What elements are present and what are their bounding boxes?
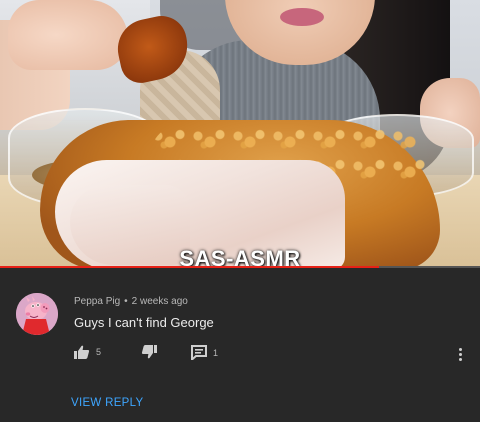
comment-meta: Peppa Pig • 2 weeks ago — [74, 296, 188, 307]
comment-time[interactable]: 2 weeks ago — [132, 296, 188, 307]
reply-comment-icon — [191, 345, 207, 360]
like-count: 5 — [96, 347, 102, 357]
video-player[interactable]: SAS-ASMR — [0, 0, 480, 268]
view-reply-link[interactable]: VIEW REPLY — [71, 397, 143, 409]
video-progress-fill — [0, 266, 380, 268]
peppa-pig-avatar[interactable] — [16, 293, 58, 335]
video-hand-left — [8, 0, 128, 70]
video-lips — [280, 8, 324, 26]
thumbs-down-icon — [141, 345, 157, 359]
video-watermark: SAS-ASMR — [179, 246, 301, 268]
video-progress-bar[interactable] — [0, 266, 480, 268]
like-button[interactable]: 5 — [74, 345, 101, 359]
more-vertical-icon[interactable] — [454, 345, 466, 363]
dislike-button[interactable] — [141, 345, 157, 359]
thumbs-up-icon — [74, 345, 90, 359]
meta-separator: • — [124, 296, 128, 307]
comment-author[interactable]: Peppa Pig — [74, 296, 120, 307]
reply-count: 1 — [213, 347, 219, 358]
comment-thread: Peppa Pig • 2 weeks ago Guys I can't find … — [0, 270, 480, 422]
reply-button[interactable]: 1 — [191, 345, 218, 360]
comment-text: Guys I can't find George — [74, 315, 214, 330]
